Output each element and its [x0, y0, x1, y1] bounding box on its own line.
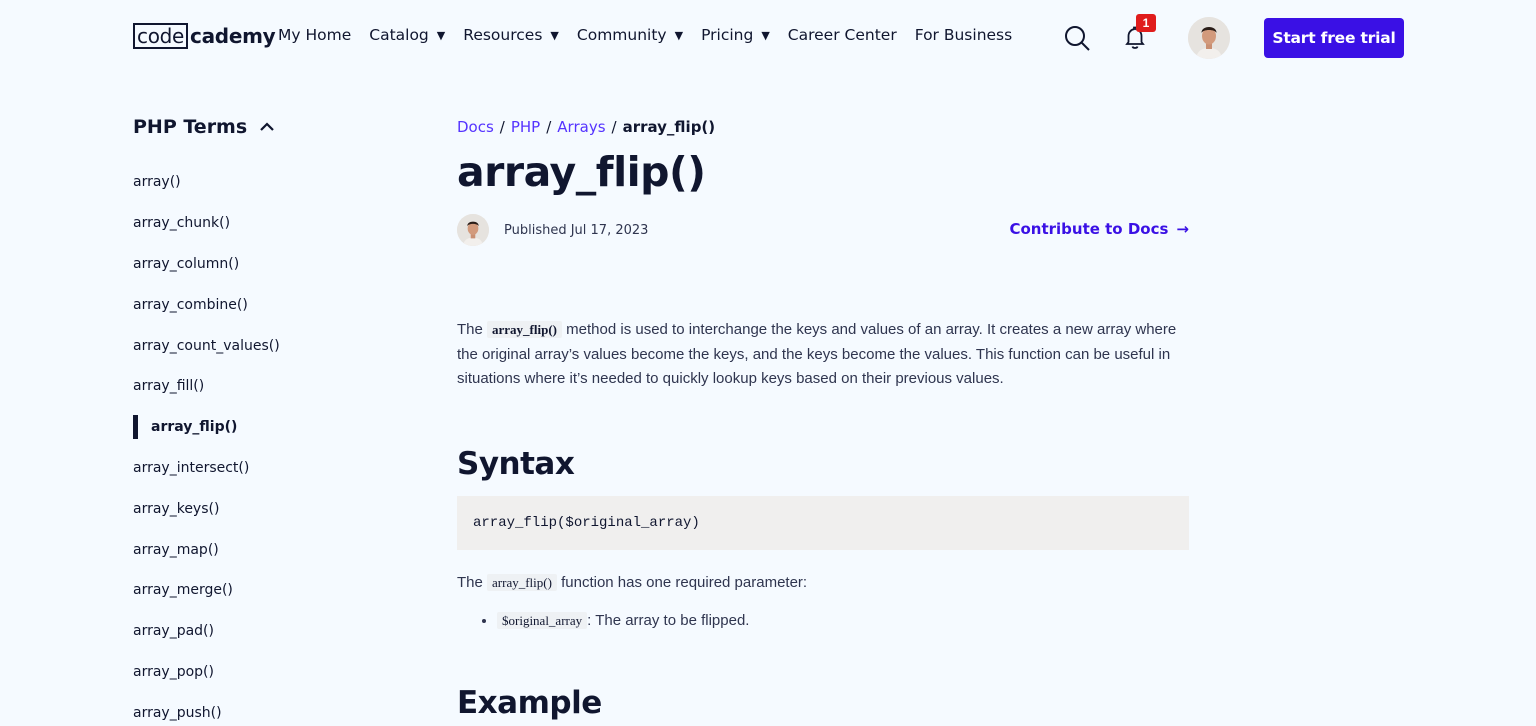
nav-pricing[interactable]: Pricing ▼	[701, 26, 770, 44]
start-free-trial-button[interactable]: Start free trial	[1264, 18, 1404, 58]
breadcrumb-separator: /	[499, 118, 505, 136]
publish-meta: Published Jul 17, 2023 Contribute to Doc…	[457, 212, 1189, 248]
caret-down-icon: ▼	[674, 28, 684, 42]
caret-down-icon: ▼	[761, 28, 770, 42]
sidebar-item[interactable]: array_column()	[133, 244, 393, 285]
inline-code: array_flip()	[487, 573, 557, 591]
nav-label: Career Center	[787, 26, 897, 44]
sidebar-title: PHP Terms	[133, 116, 248, 138]
sidebar-item[interactable]: array()	[133, 162, 393, 203]
notification-badge: 1	[1136, 14, 1156, 32]
syntax-heading: Syntax	[457, 445, 575, 482]
caret-down-icon: ▼	[436, 28, 446, 42]
contribute-to-docs-link[interactable]: Contribute to Docs →	[1009, 220, 1189, 238]
breadcrumb: Docs / PHP / Arrays / array_flip()	[457, 112, 1189, 142]
example-heading: Example	[457, 684, 602, 721]
parameter-intro: The array_flip() function has one requir…	[457, 573, 1189, 591]
breadcrumb-php[interactable]: PHP	[511, 118, 540, 136]
published-date: Published Jul 17, 2023	[504, 222, 649, 238]
syntax-code-block: array_flip($original_array)	[457, 495, 1189, 550]
sidebar-item[interactable]: array_push()	[133, 692, 393, 726]
inline-code: array_flip()	[487, 321, 562, 338]
intro-paragraph: The array_flip() method is used to inter…	[457, 318, 1189, 392]
param-text-before: The	[457, 573, 488, 591]
breadcrumb-docs[interactable]: Docs	[457, 118, 494, 136]
sidebar-item[interactable]: array_pad()	[133, 611, 393, 652]
nav-label: My Home	[278, 26, 352, 44]
breadcrumb-arrays[interactable]: Arrays	[557, 118, 605, 136]
main-nav: My Home Catalog ▼ Resources ▼ Community …	[278, 26, 1030, 44]
logo-box-text: code	[133, 23, 189, 49]
parameter-name: $original_array	[497, 611, 588, 629]
page-title: array_flip()	[457, 148, 706, 196]
breadcrumb-separator: /	[546, 118, 552, 136]
sidebar-item[interactable]: array_intersect()	[133, 448, 393, 489]
caret-down-icon: ▼	[550, 28, 559, 42]
sidebar-item-active[interactable]: array_flip()	[133, 407, 393, 448]
sidebar-list: array() array_chunk() array_column() arr…	[133, 162, 393, 726]
breadcrumb-separator: /	[611, 118, 617, 136]
contribute-label: Contribute to Docs	[1009, 220, 1169, 238]
arrow-right-icon: →	[1176, 220, 1189, 238]
nav-catalog[interactable]: Catalog ▼	[369, 26, 445, 44]
intro-text-before: The	[457, 321, 488, 338]
nav-for-business[interactable]: For Business	[915, 26, 1013, 44]
parameter-description: : The array to be flipped.	[587, 611, 750, 629]
chevron-up-icon	[260, 122, 274, 131]
nav-my-home[interactable]: My Home	[278, 26, 351, 44]
intro-text-after: method is used to interchange the keys a…	[457, 321, 1177, 387]
codecademy-logo[interactable]: code cademy	[133, 22, 276, 50]
parameter-list: $original_array: The array to be flipped…	[497, 609, 1189, 633]
sidebar-item[interactable]: array_keys()	[133, 488, 393, 529]
top-navigation: code cademy My Home Catalog ▼ Resources …	[0, 0, 1536, 76]
parameter-item: $original_array: The array to be flipped…	[497, 609, 1189, 633]
author-avatar[interactable]	[457, 214, 489, 246]
breadcrumb-current: array_flip()	[622, 118, 716, 136]
nav-label: Community	[576, 26, 667, 44]
sidebar: PHP Terms array() array_chunk() array_co…	[133, 112, 393, 726]
sidebar-item[interactable]: array_map()	[133, 529, 393, 570]
nav-career-center[interactable]: Career Center	[788, 26, 897, 44]
sidebar-item[interactable]: array_combine()	[133, 284, 393, 325]
param-text-after: function has one required parameter:	[556, 573, 808, 591]
logo-rest-text: cademy	[190, 24, 276, 48]
doc-content: Docs / PHP / Arrays / array_flip() array…	[457, 112, 1189, 723]
sidebar-item[interactable]: array_merge()	[133, 570, 393, 611]
nav-community[interactable]: Community ▼	[577, 26, 683, 44]
sidebar-item[interactable]: array_count_values()	[133, 325, 393, 366]
nav-label: Catalog	[369, 26, 429, 44]
sidebar-section-toggle[interactable]: PHP Terms	[133, 112, 393, 142]
sidebar-item[interactable]: array_chunk()	[133, 203, 393, 244]
nav-label: For Business	[914, 26, 1013, 44]
sidebar-item[interactable]: array_fill()	[133, 366, 393, 407]
sidebar-item[interactable]: array_pop()	[133, 652, 393, 693]
nav-resources[interactable]: Resources ▼	[463, 26, 559, 44]
user-avatar[interactable]	[1188, 17, 1230, 59]
nav-label: Resources	[463, 26, 543, 44]
nav-label: Pricing	[701, 26, 754, 44]
search-icon[interactable]	[1063, 24, 1091, 52]
